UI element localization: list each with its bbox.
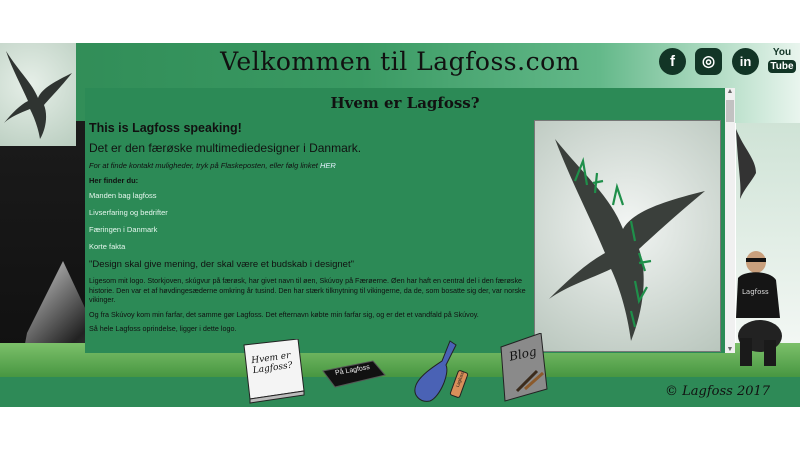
youtube-icon[interactable]: You Tube [768,47,796,75]
design-quote: "Design skal give mening, der skal være … [89,259,354,270]
instagram-icon[interactable]: ◎ [695,48,722,75]
links-heading: Her finder du: [89,176,139,185]
contact-note: For at finde kontakt muligheder, tryk på… [89,161,527,170]
intro-heading: This is Lagfoss speaking! [89,121,242,135]
link-korte-fakta[interactable]: Korte fakta [89,242,527,251]
bird-image [535,121,720,351]
scroll-up-icon[interactable]: ▲ [725,88,735,95]
bird-wing-icon [736,129,756,199]
person-with-dog-icon: Lagfoss [736,251,782,366]
link-livserfaring[interactable]: Livserfaring og bedrifter [89,208,527,217]
nav-book-hvem-er-lagfoss[interactable]: Hvem er Lagfoss? [238,338,308,404]
dark-book-icon [322,360,386,388]
contact-note-text: For at finde kontakt muligheder, tryk på… [89,161,318,170]
link-manden-bag-lagfoss[interactable]: Manden bag lagfoss [89,191,527,200]
facebook-icon[interactable]: f [659,48,686,75]
page-stage: Velkommen til Lagfoss.com f ◎ in You Tub… [0,43,800,407]
contact-link[interactable]: HER [320,161,336,170]
nav-message-bottle[interactable]: Lagfoss [410,339,476,403]
svg-text:Lagfoss: Lagfoss [742,288,769,296]
panel-title: Hvem er Lagfoss? [330,94,480,112]
intro-subheading: Det er den færøske multimediedesigner i … [89,141,362,155]
panel-content: This is Lagfoss speaking! Det er den fær… [89,121,527,339]
blog-stone-icon [500,332,548,402]
paragraph-logo: Ligesom mit logo. Storkjoven, skúgvur på… [89,276,526,305]
paragraph-origin: Så hele Lagfoss oprindelse, ligger i det… [89,324,237,334]
linkedin-icon[interactable]: in [732,48,759,75]
bird-icon [549,139,705,341]
nav-blog-stone[interactable]: Blog [497,332,555,403]
youtube-icon-bottom: Tube [768,60,796,73]
nav-dark-book[interactable]: På Lagfoss [321,359,387,389]
message-bottle-icon [414,340,469,402]
link-faeringen-i-danmark[interactable]: Færingen i Danmark [89,225,527,234]
content-panel: Hvem er Lagfoss? This is Lagfoss speakin… [85,88,735,353]
scrollbar-thumb[interactable] [726,100,734,122]
copyright-text: © Lagfoss 2017 [665,384,771,399]
youtube-icon-top: You [772,47,792,58]
paragraph-skuvoy: Og fra Skúvoy kom min farfar, det samme … [89,309,479,319]
